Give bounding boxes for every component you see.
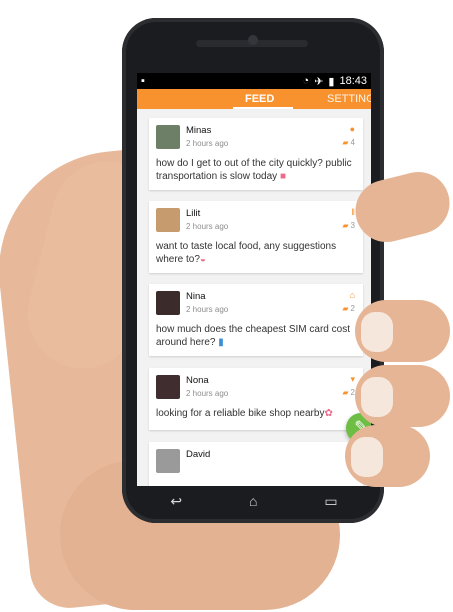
recent-apps-icon[interactable]: ▭ [324,493,337,510]
post-time: 2 hours ago [186,305,229,314]
phone-device: ▪ ◔ ✈ ▮ 18:43 FEED SETTINGS Minas 2 hour… [122,18,384,523]
comment-icon: ▰ [342,221,349,230]
post-author: Minas [186,125,212,136]
post-card[interactable]: David ▤ [149,442,363,486]
tab-bar: FEED SETTINGS [137,89,371,109]
back-icon[interactable]: ↩ [170,493,182,510]
post-card[interactable]: Lilit 2 hours ago ‖ ▰ 3 want to taste loc… [149,201,363,273]
cart-icon: ▾ [350,374,355,384]
comment-icon: ▰ [342,304,349,313]
post-card[interactable]: Minas 2 hours ago ● ▰ 4 how do I get to o… [149,118,363,190]
fingernail [351,437,383,477]
post-message: looking for a reliable bike shop nearby✿ [156,408,333,419]
app-screen: ▪ ◔ ✈ ▮ 18:43 FEED SETTINGS Minas 2 hour… [137,73,371,486]
avatar [156,375,180,399]
post-message: how much does the cheapest SIM card cost… [156,324,350,348]
finger [355,365,450,427]
post-time: 2 hours ago [186,139,229,148]
post-message: how do I get to out of the city quickly?… [156,158,352,182]
post-author: Lilit [186,208,201,219]
home-nav-icon[interactable]: ⌂ [249,493,257,509]
comment-icon: ▰ [342,138,349,147]
phone-camera [248,35,258,45]
fingernail [361,312,393,352]
tab-feed[interactable]: FEED [245,89,274,109]
comment-count: ▰ 2 [342,388,355,397]
post-author: David [186,449,211,460]
flower-emoji-icon: ✿ [324,408,333,419]
finger [355,300,450,362]
post-author: Nina [186,291,206,302]
food-emoji-icon: ◒ [199,254,206,265]
avatar [156,208,180,232]
comment-icon: ▰ [342,388,349,397]
status-time: 18:43 [339,75,367,87]
comment-count: ▰ 3 [342,221,355,230]
post-time: 2 hours ago [186,222,229,231]
wifi-icon: ◔ [302,75,310,87]
avatar [156,291,180,315]
tab-indicator [233,107,293,109]
phone-emoji-icon: ▮ [218,337,224,348]
status-icons: ◔ ✈ ▮ 18:43 [303,75,367,88]
post-author: Nona [186,375,209,386]
avatar [156,125,180,149]
battery-icon: ▮ [328,75,335,88]
post-time: 2 hours ago [186,389,229,398]
avatar [156,449,180,473]
tab-settings[interactable]: SETTINGS [327,89,371,109]
post-card[interactable]: Nona 2 hours ago ▾ ▰ 2 looking for a reli… [149,368,363,430]
comment-count: ▰ 4 [342,138,355,147]
bus-emoji-icon: ■ [279,171,286,182]
airplane-icon: ✈ [314,75,324,88]
post-card[interactable]: Nina 2 hours ago ⌂ ▰ 2 how much does the … [149,284,363,356]
status-bar: ▪ ◔ ✈ ▮ 18:43 [137,73,371,89]
android-nav-bar: ↩ ⌂ ▭ [137,486,371,516]
notification-icon: ▪ [141,75,145,87]
comment-count: ▰ 2 [342,304,355,313]
home-icon: ⌂ [349,290,355,300]
finger [345,425,430,487]
post-message: want to taste local food, any suggestion… [156,241,337,265]
fingernail [361,377,393,417]
globe-icon: ● [349,124,355,134]
